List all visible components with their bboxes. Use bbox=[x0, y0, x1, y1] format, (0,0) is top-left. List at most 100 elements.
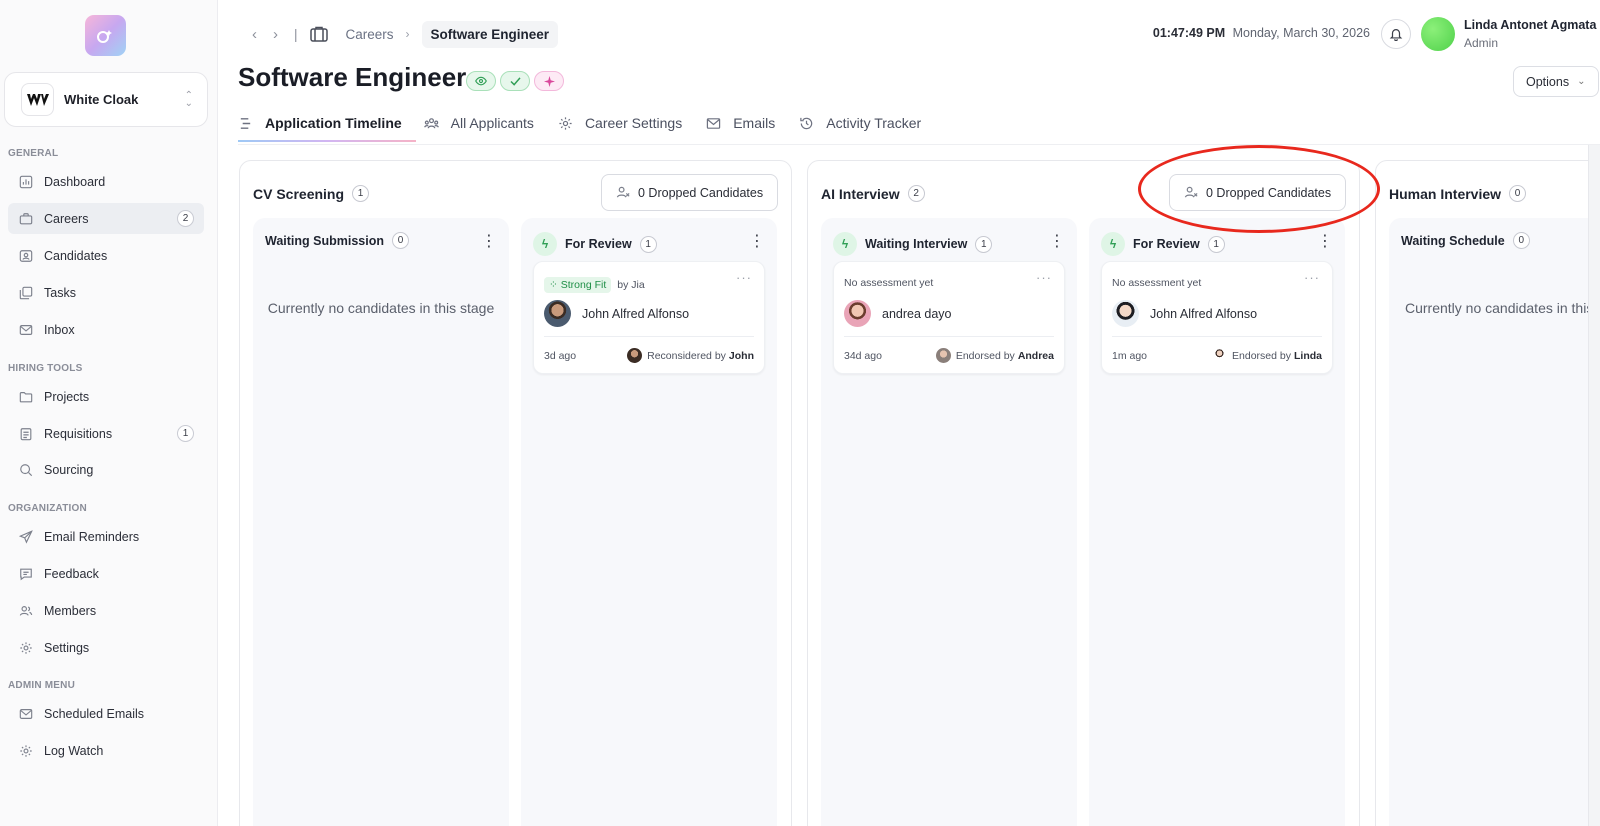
sidebar-item-settings[interactable]: Settings bbox=[8, 632, 204, 663]
gear-icon bbox=[559, 116, 572, 130]
gear-icon bbox=[18, 640, 34, 656]
stage-title: CV Screening 1 bbox=[253, 185, 370, 202]
endorser-avatar bbox=[935, 348, 951, 363]
bell-icon bbox=[1389, 29, 1403, 41]
timeline-icon bbox=[240, 117, 251, 129]
sidebar-item-label: Candidates bbox=[44, 248, 108, 263]
more-vertical-icon[interactable]: ⋮ bbox=[1049, 234, 1065, 250]
more-horizontal-icon[interactable]: ··· bbox=[1036, 270, 1052, 285]
sidebar-item-log-watch[interactable]: Log Watch bbox=[8, 735, 204, 766]
sidebar-item-tasks[interactable]: Tasks bbox=[8, 277, 204, 308]
dropped-candidates-button[interactable]: 0 Dropped Candidates bbox=[601, 174, 779, 211]
column-title: For Review bbox=[1133, 237, 1200, 251]
sidebar-item-feedback[interactable]: Feedback bbox=[8, 558, 204, 589]
send-icon bbox=[18, 529, 34, 545]
dropped-label: 0 Dropped Candidates bbox=[638, 185, 764, 200]
sidebar-item-label: Tasks bbox=[44, 285, 76, 300]
card-footer: 1m ago Endorsed by Linda bbox=[1112, 348, 1322, 363]
more-horizontal-icon[interactable]: ··· bbox=[1304, 270, 1320, 285]
sidebar-item-careers[interactable]: Careers 2 bbox=[8, 203, 204, 234]
column-header: Waiting Schedule 0 bbox=[1401, 232, 1530, 249]
more-horizontal-icon[interactable]: ··· bbox=[736, 270, 752, 285]
dropped-candidates-button[interactable]: 0 Dropped Candidates bbox=[1169, 174, 1347, 211]
column-count: 0 bbox=[391, 232, 409, 249]
requisitions-count-badge: 1 bbox=[177, 425, 194, 442]
card-age: 1m ago bbox=[1112, 349, 1148, 362]
card-age: 3d ago bbox=[544, 349, 577, 362]
stage-title-text: AI Interview bbox=[821, 185, 900, 202]
candidate-name: John Alfred Alfonso bbox=[1150, 306, 1258, 321]
header-divider bbox=[238, 144, 1600, 145]
dropped-label: 0 Dropped Candidates bbox=[1206, 185, 1332, 200]
endorser-avatar bbox=[627, 348, 643, 363]
sidebar-item-requisitions[interactable]: Requisitions 1 bbox=[8, 418, 204, 449]
user-avatar[interactable] bbox=[1421, 17, 1455, 51]
eye-icon[interactable] bbox=[466, 71, 496, 91]
nav-section-organization: ORGANIZATION bbox=[8, 503, 87, 514]
tab-activity-tracker[interactable]: Activity Tracker bbox=[799, 111, 921, 135]
column-waiting-schedule: Waiting Schedule 0 Currently no candidat… bbox=[1389, 218, 1600, 826]
sidebar-item-label: Dashboard bbox=[44, 174, 106, 189]
card-fit-row: ⁘ Strong Fit by Jia bbox=[544, 277, 645, 293]
group-icon bbox=[423, 117, 439, 128]
sidebar-item-scheduled-emails[interactable]: Scheduled Emails bbox=[8, 698, 204, 729]
card-divider bbox=[544, 336, 754, 337]
stage-title: Human Interview 0 bbox=[1389, 185, 1527, 202]
candidate-card[interactable]: No assessment yet ··· John Alfred Alfons… bbox=[1101, 261, 1333, 374]
sidebar-item-label: Members bbox=[44, 603, 97, 618]
sidebar-item-label: Scheduled Emails bbox=[44, 706, 145, 721]
more-vertical-icon[interactable]: ⋮ bbox=[749, 234, 765, 250]
candidate-card[interactable]: ⁘ Strong Fit by Jia ··· John Alfred Alfo… bbox=[533, 261, 765, 374]
sidebar-item-projects[interactable]: Projects bbox=[8, 381, 204, 412]
search-icon bbox=[18, 462, 34, 478]
stage-count: 2 bbox=[907, 185, 925, 202]
sidebar-item-email-reminders[interactable]: Email Reminders bbox=[8, 521, 204, 552]
tab-emails[interactable]: Emails bbox=[706, 111, 775, 135]
tab-career-settings[interactable]: Career Settings bbox=[558, 111, 682, 135]
tasks-icon bbox=[18, 285, 34, 301]
tab-application-timeline[interactable]: Application Timeline bbox=[238, 111, 402, 135]
more-vertical-icon[interactable]: ⋮ bbox=[1317, 234, 1333, 250]
candidate-avatar bbox=[544, 300, 571, 327]
sidebar-item-dashboard[interactable]: Dashboard bbox=[8, 166, 204, 197]
sidebar-item-sourcing[interactable]: Sourcing bbox=[8, 454, 204, 485]
sidebar-item-label: Log Watch bbox=[44, 743, 104, 758]
notifications-button[interactable] bbox=[1381, 19, 1411, 49]
id-card-icon bbox=[18, 248, 34, 264]
user-x-icon bbox=[1184, 186, 1198, 198]
breadcrumb-careers-link[interactable]: Careers bbox=[346, 27, 394, 42]
app-root: White Cloak ⌃ ⌄ GENERAL Dashboard Careers… bbox=[0, 0, 1600, 826]
active-tab-indicator bbox=[238, 140, 416, 142]
check-icon[interactable] bbox=[500, 71, 530, 91]
sidebar-item-candidates[interactable]: Candidates bbox=[8, 240, 204, 271]
sidebar-item-members[interactable]: Members bbox=[8, 595, 204, 626]
empty-state-text: Currently no candidates in this stage bbox=[1405, 300, 1600, 316]
column-header: ϟ For Review 1 bbox=[533, 232, 657, 256]
fit-source: by Jia bbox=[617, 279, 645, 291]
card-note: No assessment yet bbox=[844, 277, 934, 289]
candidate-person: andrea dayo bbox=[844, 300, 952, 327]
org-switcher[interactable]: White Cloak ⌃ ⌄ bbox=[4, 72, 208, 127]
back-arrow-icon[interactable]: ‹ bbox=[252, 26, 257, 43]
sidebar-item-inbox[interactable]: Inbox bbox=[8, 314, 204, 345]
tab-all-applicants[interactable]: All Applicants bbox=[423, 111, 534, 135]
forward-arrow-icon[interactable]: › bbox=[273, 26, 278, 43]
column-title: For Review bbox=[565, 237, 632, 251]
clock-time: 01:47:49 PM bbox=[1152, 26, 1226, 40]
tab-label: Application Timeline bbox=[265, 115, 402, 131]
sparkle-icon[interactable] bbox=[534, 71, 564, 91]
app-logo[interactable] bbox=[85, 15, 126, 56]
column-count: 1 bbox=[975, 235, 993, 253]
more-vertical-icon[interactable]: ⋮ bbox=[481, 234, 497, 250]
sidebar-item-label: Careers bbox=[44, 211, 89, 226]
clipboard-icon bbox=[18, 426, 34, 442]
column-title: Waiting Submission bbox=[265, 233, 384, 248]
sidebar-item-label: Projects bbox=[44, 389, 90, 404]
gear-icon bbox=[18, 743, 34, 759]
candidate-card[interactable]: No assessment yet ··· andrea dayo 34d ag… bbox=[833, 261, 1065, 374]
options-button[interactable]: Options ⌄ bbox=[1513, 66, 1599, 97]
candidate-person: John Alfred Alfonso bbox=[1112, 300, 1257, 327]
board-scrollbar[interactable] bbox=[1588, 145, 1600, 826]
tab-label: Activity Tracker bbox=[826, 115, 922, 131]
breadcrumb-divider: | bbox=[294, 26, 298, 42]
